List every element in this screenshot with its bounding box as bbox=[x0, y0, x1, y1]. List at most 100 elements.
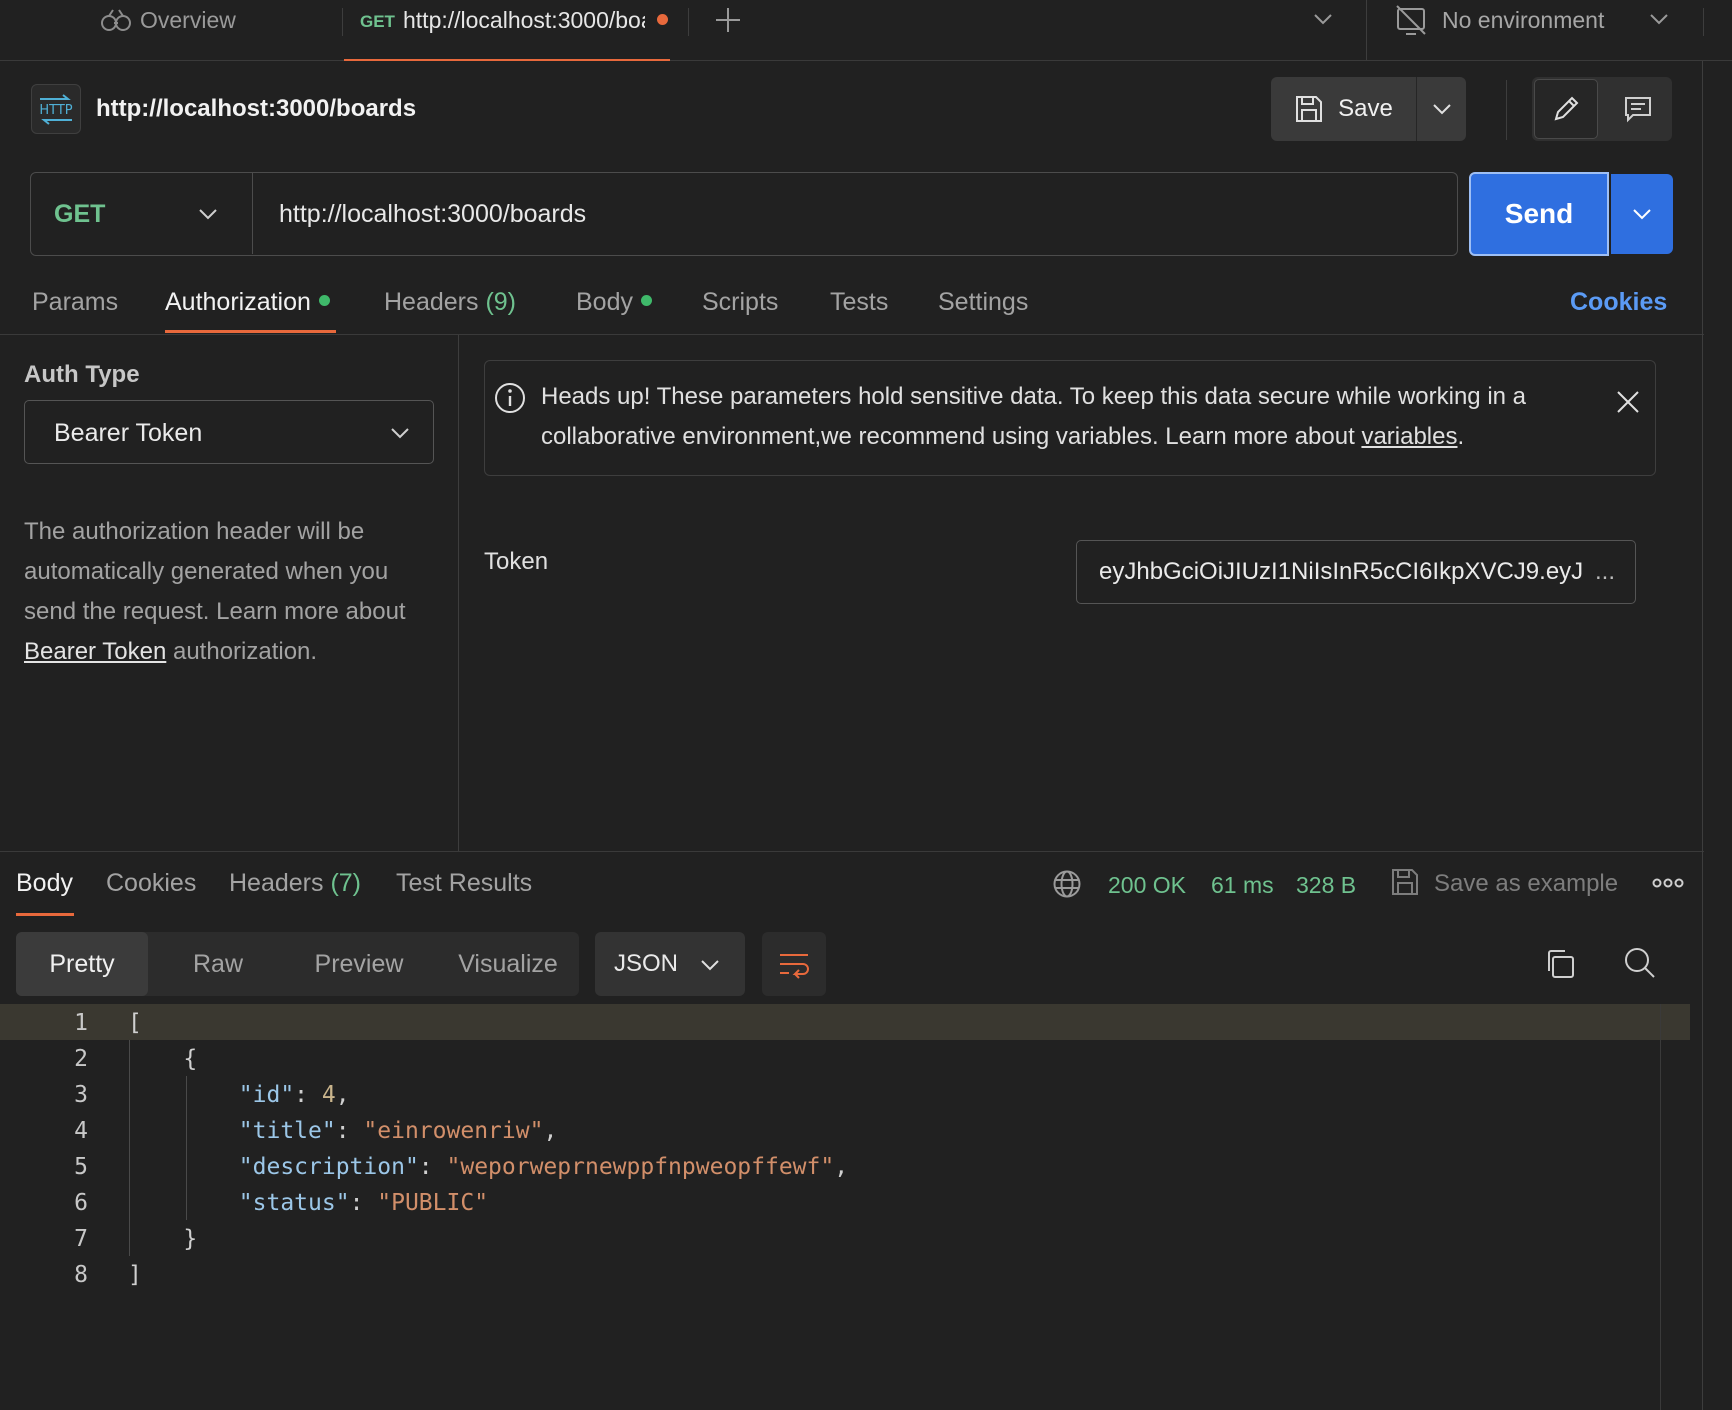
token-label: Token bbox=[484, 548, 549, 575]
auth-description-suffix: authorization. bbox=[166, 638, 318, 665]
response-size[interactable]: 328 B bbox=[1296, 872, 1356, 899]
code-text: "id": 4, bbox=[238, 1082, 350, 1108]
view-pretty[interactable]: Pretty bbox=[16, 932, 148, 996]
line-number: 8 bbox=[74, 1262, 88, 1288]
response-tab-test-results[interactable]: Test Results bbox=[396, 869, 532, 898]
brace: { bbox=[183, 1046, 198, 1072]
tab-headers-label: Headers bbox=[384, 288, 479, 316]
divider bbox=[1703, 8, 1704, 36]
token-ellipsis: ... bbox=[1594, 558, 1615, 585]
close-icon[interactable] bbox=[1615, 389, 1641, 415]
editor-scrollbar[interactable] bbox=[1660, 1004, 1661, 1410]
wrap-icon[interactable] bbox=[762, 932, 826, 996]
tab-bar: Overview GET http://localhost:3000/board… bbox=[0, 0, 1732, 61]
code-text: "status": "PUBLIC" bbox=[238, 1190, 489, 1216]
send-options-button[interactable] bbox=[1611, 174, 1673, 254]
tab-authorization[interactable]: Authorization bbox=[165, 288, 330, 317]
indent-guide bbox=[129, 1040, 130, 1256]
code-text: ] bbox=[128, 1262, 142, 1288]
json-value: "einrowenriw" bbox=[363, 1118, 544, 1144]
code-line: 5 "description": "weporweprnewppfnpweopf… bbox=[0, 1148, 1690, 1184]
overview-icon bbox=[100, 7, 132, 33]
code-line: 6 "status": "PUBLIC" bbox=[0, 1184, 1690, 1220]
auth-type-label: Auth Type bbox=[24, 361, 140, 388]
copy-icon[interactable] bbox=[1544, 948, 1576, 980]
auth-type-select[interactable]: Bearer Token bbox=[24, 400, 434, 464]
chevron-down-icon[interactable] bbox=[1312, 12, 1334, 26]
tab-params[interactable]: Params bbox=[32, 288, 118, 317]
view-preview[interactable]: Preview bbox=[284, 932, 434, 996]
save-options-button[interactable] bbox=[1417, 77, 1466, 141]
response-headers-count: (7) bbox=[330, 869, 362, 897]
send-button[interactable]: Send bbox=[1469, 172, 1609, 256]
save-as-example-button[interactable]: Save as example bbox=[1434, 870, 1618, 898]
code-line: 8] bbox=[0, 1256, 1690, 1292]
variables-link[interactable]: variables bbox=[1361, 423, 1457, 450]
plus-icon[interactable] bbox=[714, 6, 742, 34]
environment-selector[interactable]: No environment bbox=[1442, 7, 1604, 34]
tab-scripts[interactable]: Scripts bbox=[702, 288, 778, 317]
status-code[interactable]: 200 OK bbox=[1108, 872, 1186, 899]
code-text: { bbox=[128, 1046, 197, 1072]
tab-overview[interactable]: Overview bbox=[100, 0, 236, 40]
view-raw[interactable]: Raw bbox=[158, 932, 278, 996]
json-value: "weporweprnewppfnpweopffewf" bbox=[446, 1154, 835, 1180]
save-icon bbox=[1390, 867, 1420, 897]
banner-period: . bbox=[1457, 423, 1465, 450]
comment-icon[interactable] bbox=[1606, 79, 1670, 139]
response-tab-headers[interactable]: Headers (7) bbox=[229, 869, 361, 898]
globe-icon[interactable] bbox=[1052, 869, 1082, 899]
request-title[interactable]: http://localhost:3000/boards bbox=[96, 95, 416, 123]
tab-body-label: Body bbox=[576, 288, 633, 316]
divider bbox=[1366, 0, 1367, 60]
json-key: "status" bbox=[238, 1190, 350, 1216]
tab-overview-label: Overview bbox=[140, 6, 236, 33]
tab-headers[interactable]: Headers (9) bbox=[384, 288, 516, 317]
cookies-link[interactable]: Cookies bbox=[1570, 288, 1667, 317]
save-button[interactable]: Save bbox=[1271, 77, 1417, 141]
tab-tests[interactable]: Tests bbox=[830, 288, 888, 317]
format-select[interactable]: JSON bbox=[595, 932, 745, 996]
code-text: "title": "einrowenriw", bbox=[238, 1118, 558, 1144]
response-headers-label: Headers bbox=[229, 869, 324, 897]
code-text: } bbox=[128, 1226, 197, 1252]
method-value: GET bbox=[54, 200, 106, 228]
divider bbox=[342, 8, 343, 36]
bearer-token-link[interactable]: Bearer Token bbox=[24, 638, 166, 665]
side-actions bbox=[1532, 77, 1672, 141]
line-number: 6 bbox=[74, 1190, 88, 1216]
save-icon bbox=[1294, 94, 1324, 124]
chevron-down-icon bbox=[1633, 209, 1651, 220]
more-icon[interactable] bbox=[1652, 876, 1684, 890]
status-dot bbox=[640, 294, 652, 306]
view-visualize[interactable]: Visualize bbox=[440, 932, 576, 996]
tab-authorization-label: Authorization bbox=[165, 288, 311, 316]
divider bbox=[1506, 80, 1507, 140]
token-value: eyJhbGciOiJIUzI1NiIsInR5cCI6IkpXVCJ9.eyJ bbox=[1099, 558, 1584, 585]
tab-request-boards[interactable]: GET http://localhost:3000/boards bbox=[344, 0, 670, 61]
line-number: 5 bbox=[74, 1154, 88, 1180]
tab-body[interactable]: Body bbox=[576, 288, 652, 317]
banner-text: Heads up! These parameters hold sensitiv… bbox=[541, 377, 1591, 457]
pane-divider[interactable] bbox=[458, 335, 459, 852]
unsaved-indicator bbox=[657, 14, 668, 25]
code-text: "description": "weporweprnewppfnpweopffe… bbox=[238, 1154, 849, 1180]
tab-settings[interactable]: Settings bbox=[938, 288, 1028, 317]
info-icon bbox=[493, 381, 527, 415]
line-number: 3 bbox=[74, 1082, 88, 1108]
response-body-editor[interactable]: 1[ 2 { 3 "id": 4, 4 "title": "einrowenri… bbox=[0, 1004, 1690, 1292]
save-label: Save bbox=[1338, 95, 1393, 122]
no-environment-icon bbox=[1394, 4, 1428, 36]
method-selector[interactable]: GET bbox=[31, 173, 253, 254]
response-tab-body[interactable]: Body bbox=[16, 869, 73, 898]
response-time[interactable]: 61 ms bbox=[1211, 872, 1274, 899]
view-mode-group: Pretty Raw Preview Visualize bbox=[16, 932, 579, 996]
chevron-down-icon bbox=[391, 428, 409, 439]
pencil-icon[interactable] bbox=[1534, 79, 1598, 139]
token-input[interactable]: eyJhbGciOiJIUzI1NiIsInR5cCI6IkpXVCJ9.eyJ… bbox=[1076, 540, 1636, 604]
chevron-down-icon[interactable] bbox=[1648, 12, 1670, 26]
json-key: "description" bbox=[238, 1154, 419, 1180]
response-tab-cookies[interactable]: Cookies bbox=[106, 869, 196, 898]
url-input[interactable]: http://localhost:3000/boards bbox=[279, 200, 586, 229]
search-icon[interactable] bbox=[1623, 946, 1657, 980]
